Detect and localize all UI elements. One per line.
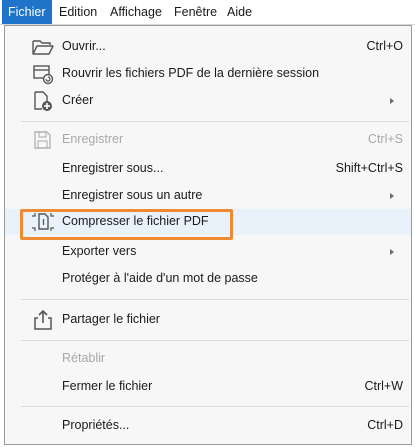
- menu-item-retablir: Rétablir: [5, 346, 411, 372]
- enregistrer-sous-autre-label: Enregistrer sous un autre: [62, 188, 203, 202]
- menu-separator: [21, 406, 409, 407]
- highlight-annotation-box: [20, 209, 233, 240]
- menu-separator: [21, 340, 409, 341]
- enregistrer-sous-label: Enregistrer sous...: [62, 161, 164, 175]
- reopen-files-icon: [31, 63, 55, 85]
- submenu-arrow-icon: [390, 98, 394, 104]
- menu-item-partager[interactable]: Partager le fichier: [5, 307, 411, 333]
- share-icon: [31, 309, 55, 331]
- menu-separator: [21, 121, 409, 122]
- menu-item-creer[interactable]: Créer: [5, 88, 411, 114]
- menu-item-rouvrir[interactable]: Rouvrir les fichiers PDF de la dernière …: [5, 61, 411, 87]
- ouvrir-label: Ouvrir...: [62, 39, 106, 53]
- folder-open-icon: [31, 36, 55, 58]
- proprietes-label: Propriétés...: [62, 418, 130, 432]
- save-icon: [31, 129, 55, 151]
- menu-edition[interactable]: Edition: [53, 0, 103, 24]
- rouvrir-label: Rouvrir les fichiers PDF de la dernière …: [62, 66, 320, 80]
- submenu-arrow-icon: [390, 193, 394, 199]
- menu-item-enregistrer: Enregistrer Ctrl+S: [5, 127, 411, 153]
- creer-label: Créer: [62, 93, 94, 107]
- menu-item-enregistrer-sous[interactable]: Enregistrer sous... Shift+Ctrl+S: [5, 156, 411, 182]
- menu-item-proteger[interactable]: Protéger à l'aide d'un mot de passe: [5, 266, 411, 292]
- enregistrer-shortcut: Ctrl+S: [367, 132, 403, 146]
- proprietes-shortcut: Ctrl+D: [367, 418, 403, 432]
- retablir-label: Rétablir: [62, 351, 106, 365]
- menu-bar: Fichier Edition Affichage Fenêtre Aide: [0, 0, 415, 25]
- fichier-dropdown-menu: Ouvrir... Ctrl+O Rouvrir les fichiers PD…: [4, 25, 412, 445]
- exporter-vers-label: Exporter vers: [62, 244, 137, 258]
- enregistrer-label: Enregistrer: [62, 132, 124, 146]
- menu-fichier[interactable]: Fichier: [2, 0, 52, 24]
- fermer-shortcut: Ctrl+W: [364, 379, 403, 393]
- menu-item-fermer[interactable]: Fermer le fichier Ctrl+W: [5, 374, 411, 400]
- proteger-label: Protéger à l'aide d'un mot de passe: [62, 271, 258, 285]
- menu-separator: [21, 299, 409, 300]
- menu-item-proprietes[interactable]: Propriétés... Ctrl+D: [5, 413, 411, 439]
- fermer-label: Fermer le fichier: [62, 379, 153, 393]
- menu-item-exporter-vers[interactable]: Exporter vers: [5, 239, 411, 265]
- menu-aide[interactable]: Aide: [221, 0, 258, 24]
- partager-label: Partager le fichier: [62, 312, 160, 326]
- menu-affichage[interactable]: Affichage: [104, 0, 168, 24]
- submenu-arrow-icon: [390, 249, 394, 255]
- menu-item-ouvrir[interactable]: Ouvrir... Ctrl+O: [5, 34, 411, 60]
- create-file-icon: [31, 90, 55, 112]
- ouvrir-shortcut: Ctrl+O: [366, 39, 403, 53]
- menu-fenetre[interactable]: Fenêtre: [168, 0, 223, 24]
- menu-item-enregistrer-sous-autre[interactable]: Enregistrer sous un autre: [5, 183, 411, 209]
- enregistrer-sous-shortcut: Shift+Ctrl+S: [335, 161, 403, 175]
